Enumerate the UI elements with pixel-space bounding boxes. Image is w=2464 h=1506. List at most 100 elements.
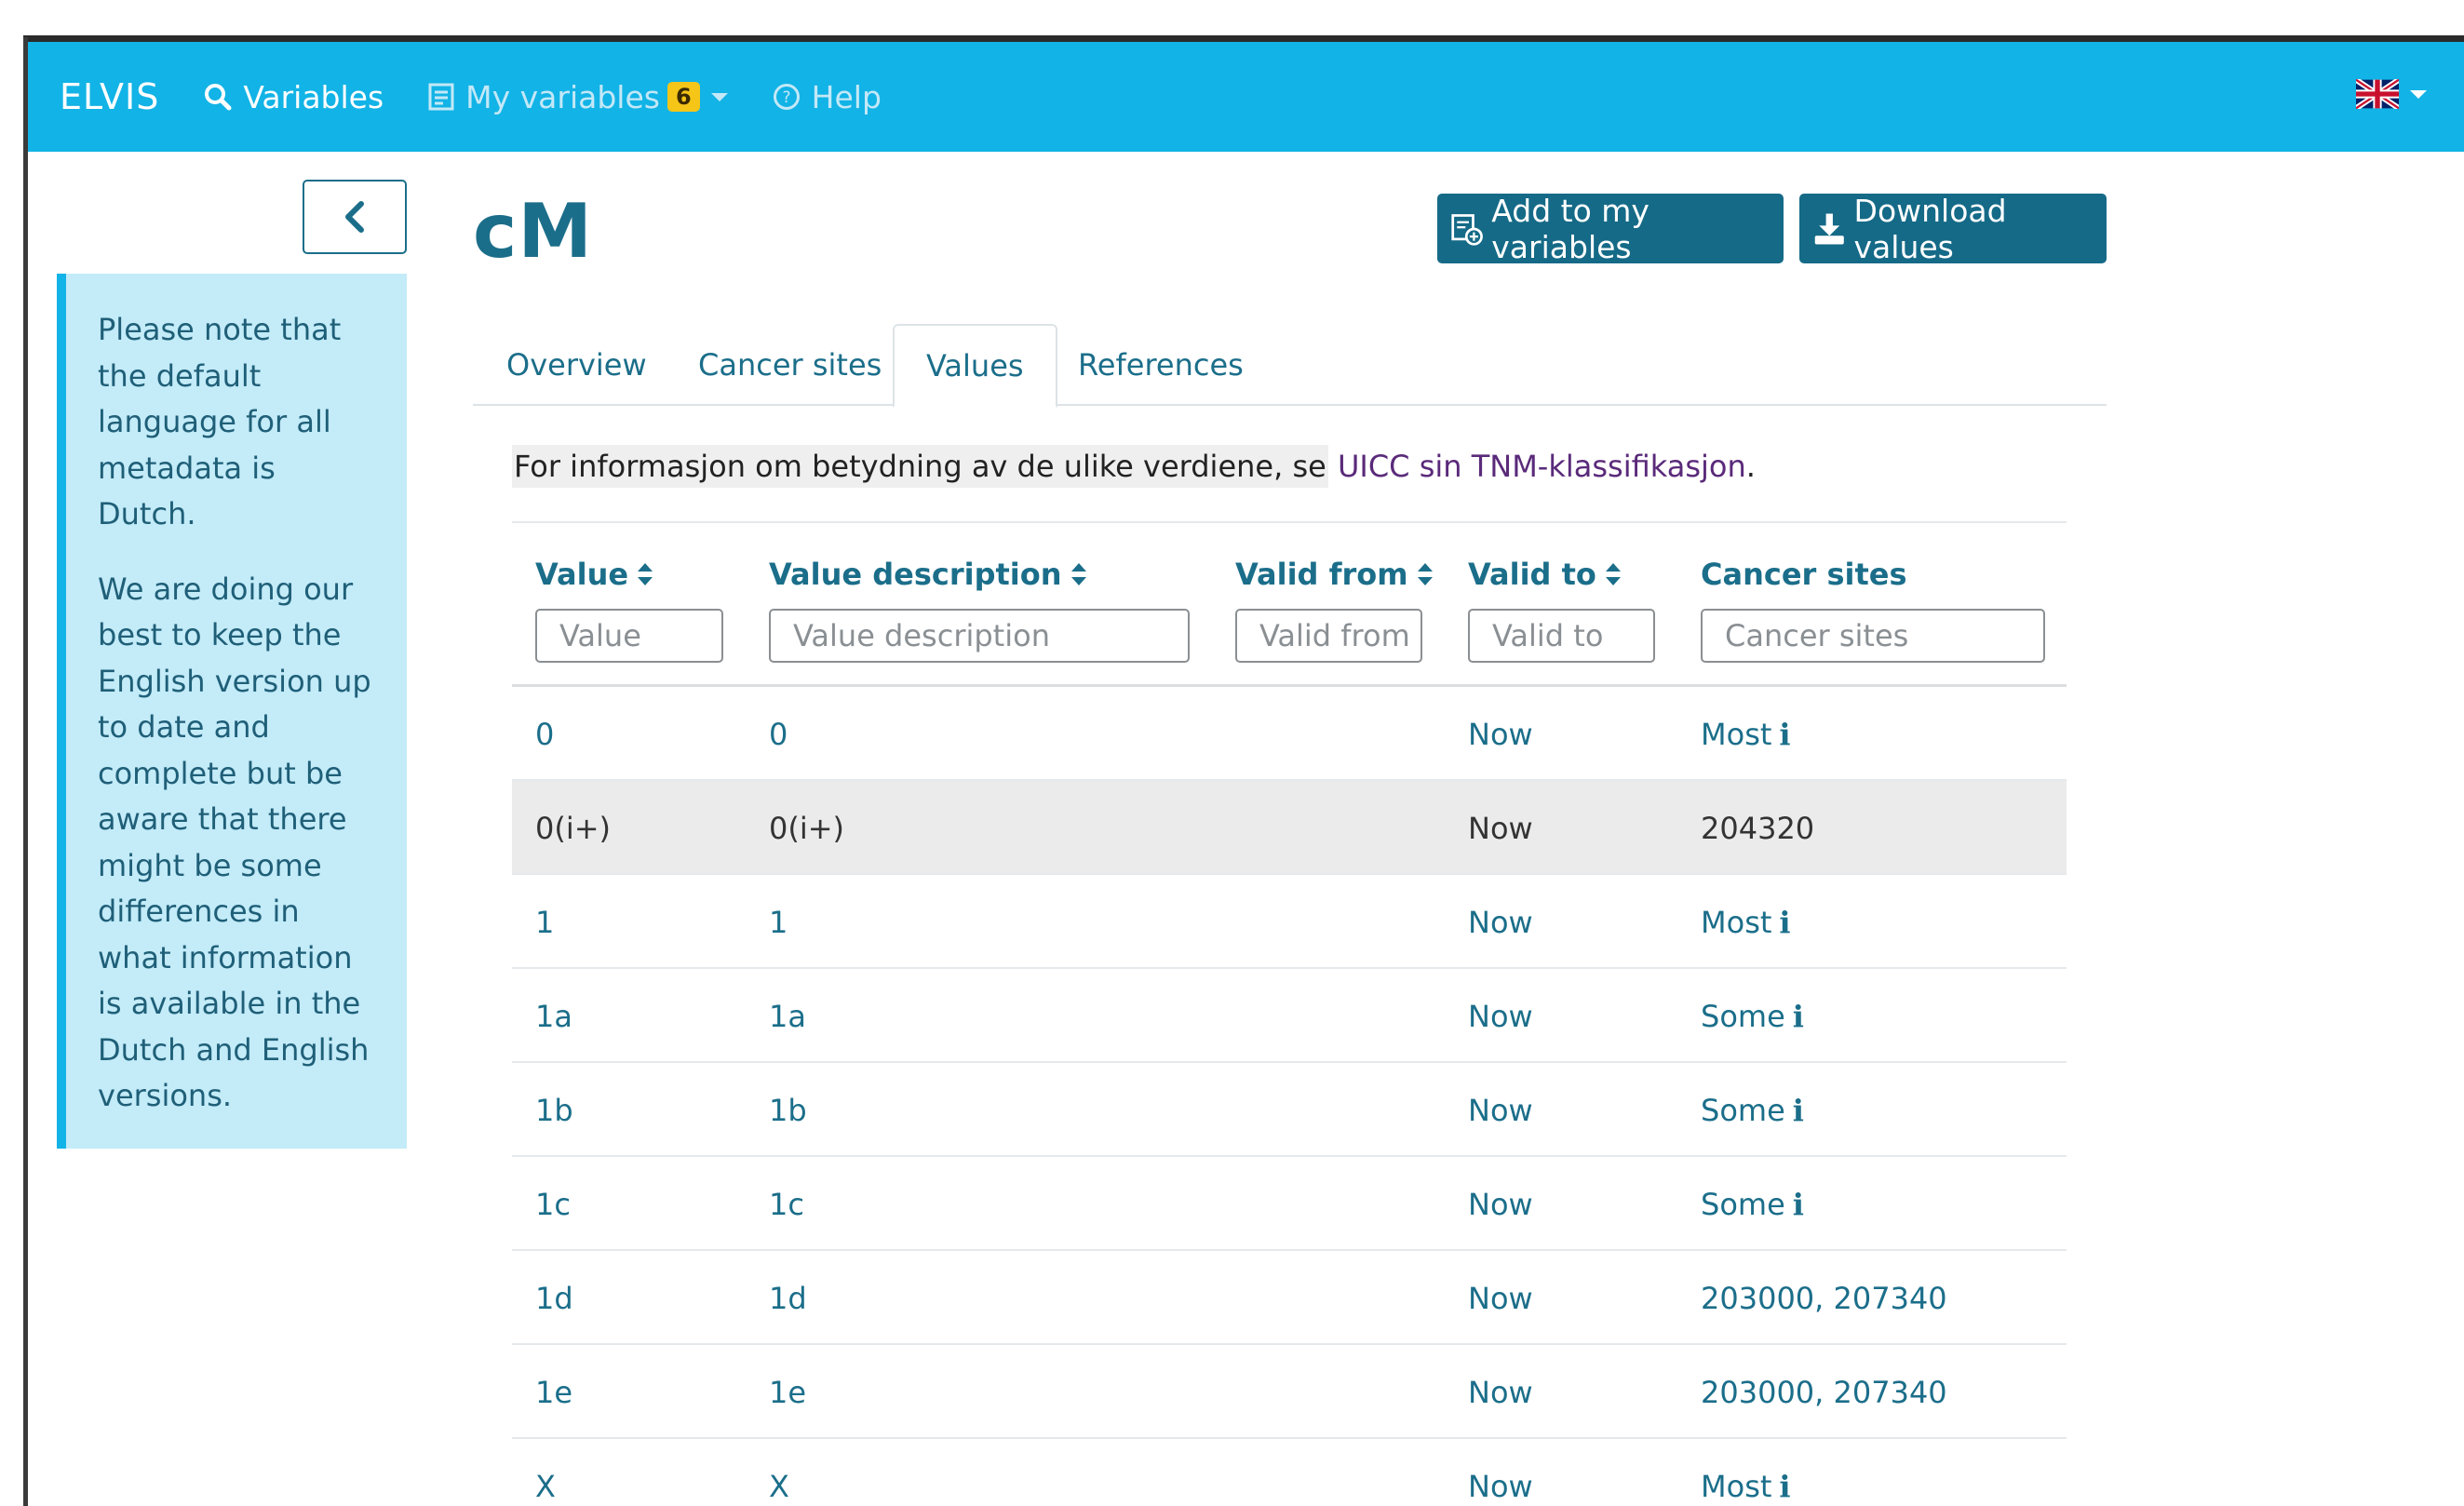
cell-description: 1: [769, 904, 788, 940]
nav-help-label: Help: [811, 78, 882, 115]
tnm-classification-link[interactable]: UICC sin TNM-klassifikasjon: [1338, 449, 1746, 484]
table-row[interactable]: 1b 1b Now Some i: [512, 1063, 2067, 1157]
cancer-sites-text: Some: [1701, 998, 1785, 1034]
table-row[interactable]: 0 0 Now Most i: [512, 687, 2067, 781]
add-list-icon: [1451, 213, 1483, 246]
sort-icon: [1070, 563, 1086, 585]
header-valid-from[interactable]: Valid from: [1235, 557, 1434, 592]
list-icon: [428, 83, 454, 111]
notice-paragraph-1: Please note that the default language fo…: [98, 312, 342, 531]
info-line: For informasjon om betydning av de ulike…: [512, 445, 1756, 488]
question-circle-icon: ?: [773, 84, 800, 110]
cell-cancer-sites[interactable]: Some i: [1701, 1157, 1804, 1251]
cancer-sites-filter-input[interactable]: Cancer sites: [1701, 609, 2045, 663]
cancer-sites-text: Some: [1701, 1092, 1785, 1128]
cell-valid-to: Now: [1468, 1092, 1533, 1128]
cell-valid-to: Now: [1468, 1280, 1533, 1316]
download-button-label: Download values: [1853, 192, 2007, 265]
nav-variables-label: Variables: [243, 78, 384, 115]
collapse-sidebar-button[interactable]: [303, 180, 407, 254]
header-value-description[interactable]: Value description: [769, 557, 1088, 592]
cell-description: 0: [769, 716, 788, 752]
info-icon[interactable]: i: [1779, 905, 1790, 940]
table-row[interactable]: 1d 1d Now 203000, 207340: [512, 1251, 2067, 1345]
cancer-sites-text: Most: [1701, 904, 1772, 940]
chevron-left-icon: [345, 201, 364, 233]
cell-cancer-sites[interactable]: Some i: [1701, 969, 1804, 1063]
table-row[interactable]: 1c 1c Now Some i: [512, 1157, 2067, 1251]
table-header: Value Value description Valid from Valid…: [512, 521, 2067, 687]
brand-logo[interactable]: ELVIS: [60, 76, 159, 117]
cell-valid-to: Now: [1468, 1468, 1533, 1504]
cell-description: 1d: [769, 1280, 807, 1316]
cell-cancer-sites: 204320: [1701, 781, 1814, 875]
value-filter-input[interactable]: Value: [535, 609, 723, 663]
cell-valid-to: Now: [1468, 904, 1533, 940]
description-filter-input[interactable]: Value description: [769, 609, 1190, 663]
window-frame-border: [23, 35, 2464, 42]
table-row[interactable]: 1 1 Now Most i: [512, 875, 2067, 969]
table-row[interactable]: 1e 1e Now 203000, 207340: [512, 1345, 2067, 1439]
cell-cancer-sites[interactable]: Some i: [1701, 1063, 1804, 1157]
add-to-my-variables-button[interactable]: Add to my variables: [1437, 193, 1784, 265]
language-selector[interactable]: [2356, 79, 2427, 109]
nav-my-variables[interactable]: My variables 6: [428, 79, 728, 115]
cell-value: 0: [535, 716, 555, 752]
nav-my-variables-label: My variables: [465, 78, 660, 115]
cell-cancer-sites[interactable]: Most i: [1701, 875, 1791, 969]
window-frame-left: [23, 37, 28, 1506]
tab-cancer-sites[interactable]: Cancer sites: [698, 324, 882, 406]
sort-icon: [638, 563, 653, 585]
header-valid-to-label: Valid to: [1468, 557, 1596, 592]
valid-to-filter-input[interactable]: Valid to: [1468, 609, 1655, 663]
cell-valid-to: Now: [1468, 716, 1533, 752]
tab-overview[interactable]: Overview: [506, 324, 647, 406]
info-icon[interactable]: i: [1779, 1469, 1790, 1504]
info-icon[interactable]: i: [1793, 1093, 1804, 1128]
cell-valid-to: Now: [1468, 998, 1533, 1034]
info-icon[interactable]: i: [1793, 999, 1804, 1034]
header-value[interactable]: Value: [535, 557, 654, 592]
tab-values[interactable]: Values: [893, 324, 1057, 408]
language-notice: Please note that the default language fo…: [57, 274, 407, 1149]
cell-value: 1d: [535, 1280, 573, 1316]
top-navbar: ELVIS Variables My variables 6 ? Help: [28, 42, 2464, 152]
uk-flag-icon: [2356, 79, 2399, 109]
cancer-sites-text: Most: [1701, 716, 1772, 752]
cell-value: 1a: [535, 998, 572, 1034]
cell-valid-to: Now: [1468, 1374, 1533, 1410]
header-cancer-sites: Cancer sites: [1701, 557, 1907, 592]
chevron-down-icon: [710, 92, 728, 101]
download-icon: [1814, 213, 1844, 244]
values-table: Value Value description Valid from Valid…: [512, 521, 2067, 1506]
window-frame-top: [0, 0, 2464, 37]
tab-references[interactable]: References: [1078, 324, 1244, 406]
valid-from-filter-input[interactable]: Valid from: [1235, 609, 1422, 663]
table-row[interactable]: X X Now Most i: [512, 1439, 2067, 1506]
info-icon[interactable]: i: [1793, 1187, 1804, 1222]
header-description-label: Value description: [769, 557, 1062, 592]
info-end: .: [1745, 449, 1756, 484]
cell-description: 1c: [769, 1186, 804, 1222]
cell-cancer-sites[interactable]: Most i: [1701, 1439, 1791, 1506]
download-values-button[interactable]: Download values: [1799, 192, 2107, 265]
cancer-sites-text: 204320: [1701, 810, 1815, 846]
notice-paragraph-2: We are doing our best to keep the Englis…: [98, 571, 371, 1114]
cell-description: 0(i+): [769, 810, 845, 846]
header-valid-to[interactable]: Valid to: [1468, 557, 1622, 592]
chevron-down-icon: [2410, 89, 2427, 99]
cell-description: 1e: [769, 1374, 807, 1410]
cell-value: X: [535, 1468, 556, 1504]
cell-cancer-sites[interactable]: Most i: [1701, 687, 1791, 781]
nav-variables[interactable]: Variables: [204, 79, 384, 115]
sort-icon: [1417, 563, 1433, 585]
table-row[interactable]: 0(i+) 0(i+) Now 204320: [512, 781, 2067, 875]
header-valid-from-label: Valid from: [1235, 557, 1408, 592]
nav-help[interactable]: ? Help: [773, 79, 882, 115]
header-value-label: Value: [535, 557, 629, 592]
info-icon[interactable]: i: [1779, 717, 1790, 752]
table-row[interactable]: 1a 1a Now Some i: [512, 969, 2067, 1063]
cell-value: 1c: [535, 1186, 571, 1222]
sort-icon: [1605, 563, 1621, 585]
cancer-sites-text: 203000, 207340: [1701, 1280, 1947, 1316]
